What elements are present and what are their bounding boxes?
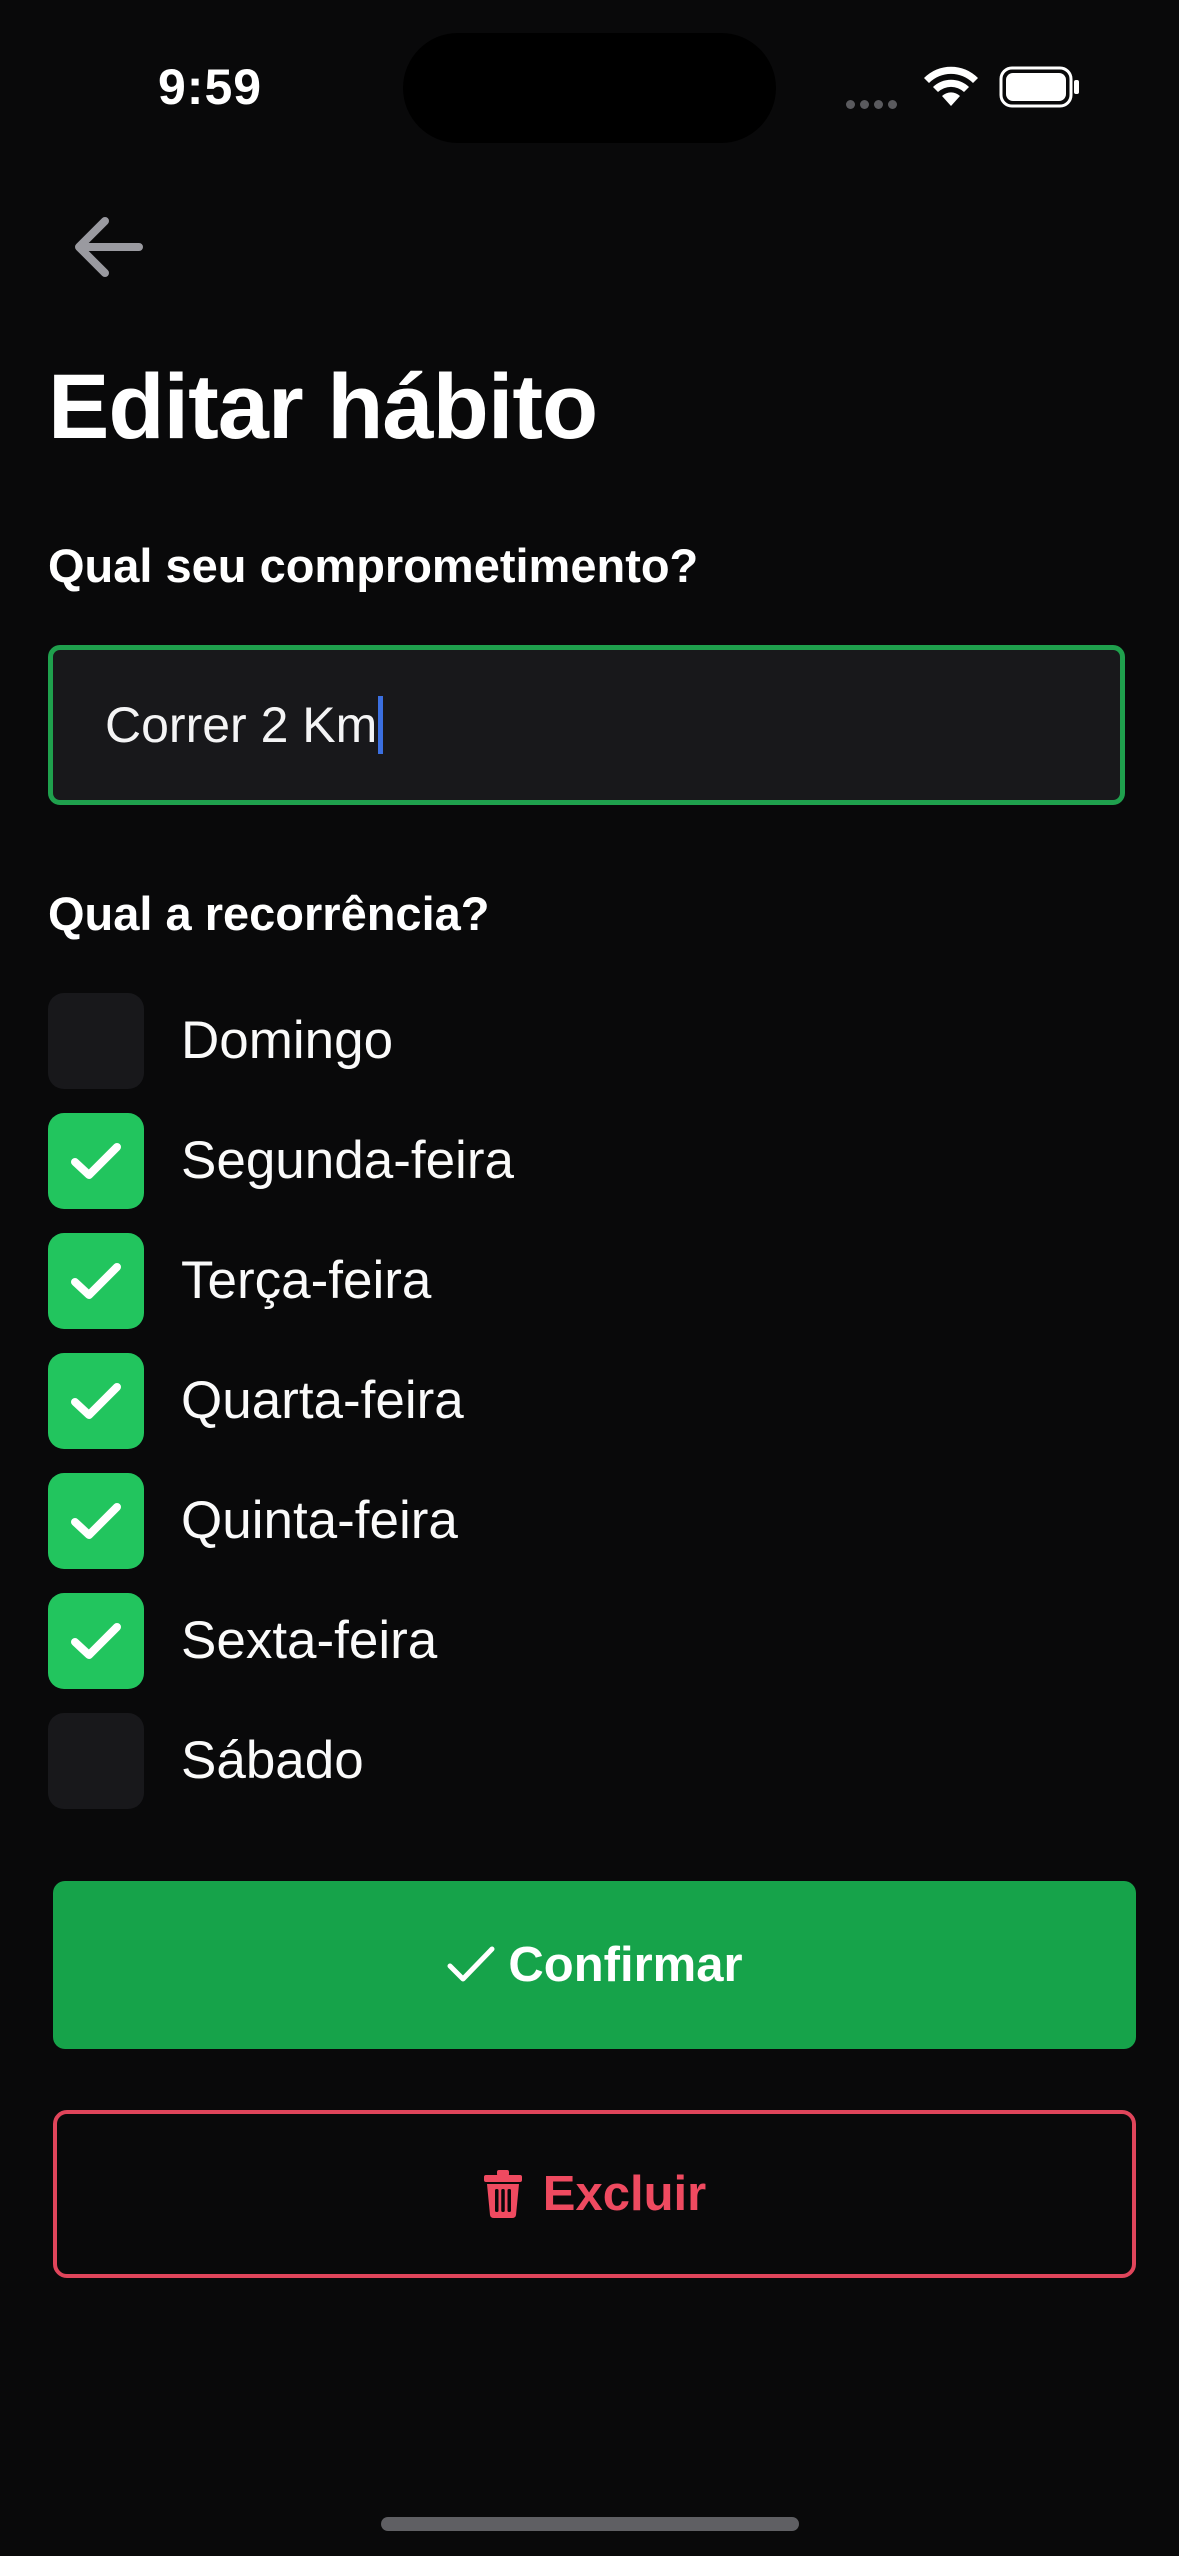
wifi-icon (923, 64, 979, 113)
text-caret (378, 696, 384, 754)
commitment-input-value: Correr 2 Km (105, 697, 378, 753)
day-row-segunda[interactable]: Segunda-feira (48, 1113, 1128, 1233)
day-label: Segunda-feira (181, 1131, 514, 1190)
day-row-domingo[interactable]: Domingo (48, 993, 1128, 1113)
day-checkbox[interactable] (48, 1593, 144, 1689)
day-label: Domingo (181, 1011, 394, 1070)
status-time: 9:59 (158, 59, 263, 115)
day-row-sabado[interactable]: Sábado (48, 1713, 1128, 1833)
check-icon (71, 1383, 121, 1419)
confirm-button-label: Confirmar (508, 1938, 743, 1992)
commitment-input[interactable]: Correr 2 Km (48, 645, 1125, 805)
arrow-left-icon (75, 217, 143, 277)
day-row-quarta[interactable]: Quarta-feira (48, 1353, 1128, 1473)
cellular-signal-icon (846, 96, 902, 114)
day-checkbox[interactable] (48, 1353, 144, 1449)
day-row-terca[interactable]: Terça-feira (48, 1233, 1128, 1353)
day-checkbox[interactable] (48, 1473, 144, 1569)
check-icon (71, 1503, 121, 1539)
trash-icon (483, 2169, 523, 2219)
battery-icon (999, 66, 1081, 113)
commitment-label: Qual seu comprometimento? (48, 539, 699, 592)
check-icon (71, 1143, 121, 1179)
back-button[interactable] (62, 202, 152, 292)
day-label: Sexta-feira (181, 1611, 438, 1670)
page-title: Editar hábito (48, 356, 598, 458)
day-checkbox[interactable] (48, 993, 144, 1089)
delete-button-label: Excluir (542, 2167, 707, 2221)
day-checkbox[interactable] (48, 1233, 144, 1329)
home-indicator[interactable] (381, 2517, 799, 2531)
day-row-quinta[interactable]: Quinta-feira (48, 1473, 1128, 1593)
day-row-sexta[interactable]: Sexta-feira (48, 1593, 1128, 1713)
day-label: Quarta-feira (181, 1371, 464, 1430)
day-checkbox[interactable] (48, 1713, 144, 1809)
day-label: Sábado (181, 1731, 364, 1790)
check-icon (71, 1263, 121, 1299)
day-label: Terça-feira (181, 1251, 432, 1310)
delete-button[interactable]: Excluir (53, 2110, 1136, 2278)
day-label: Quinta-feira (181, 1491, 458, 1550)
check-icon (446, 1944, 496, 1986)
day-checkbox[interactable] (48, 1113, 144, 1209)
recurrence-label: Qual a recorrência? (48, 887, 490, 940)
dynamic-island (403, 33, 776, 143)
check-icon (71, 1623, 121, 1659)
days-list: Domingo Segunda-feira Terça-feira Quarta… (48, 993, 1128, 1833)
confirm-button[interactable]: Confirmar (53, 1881, 1136, 2049)
